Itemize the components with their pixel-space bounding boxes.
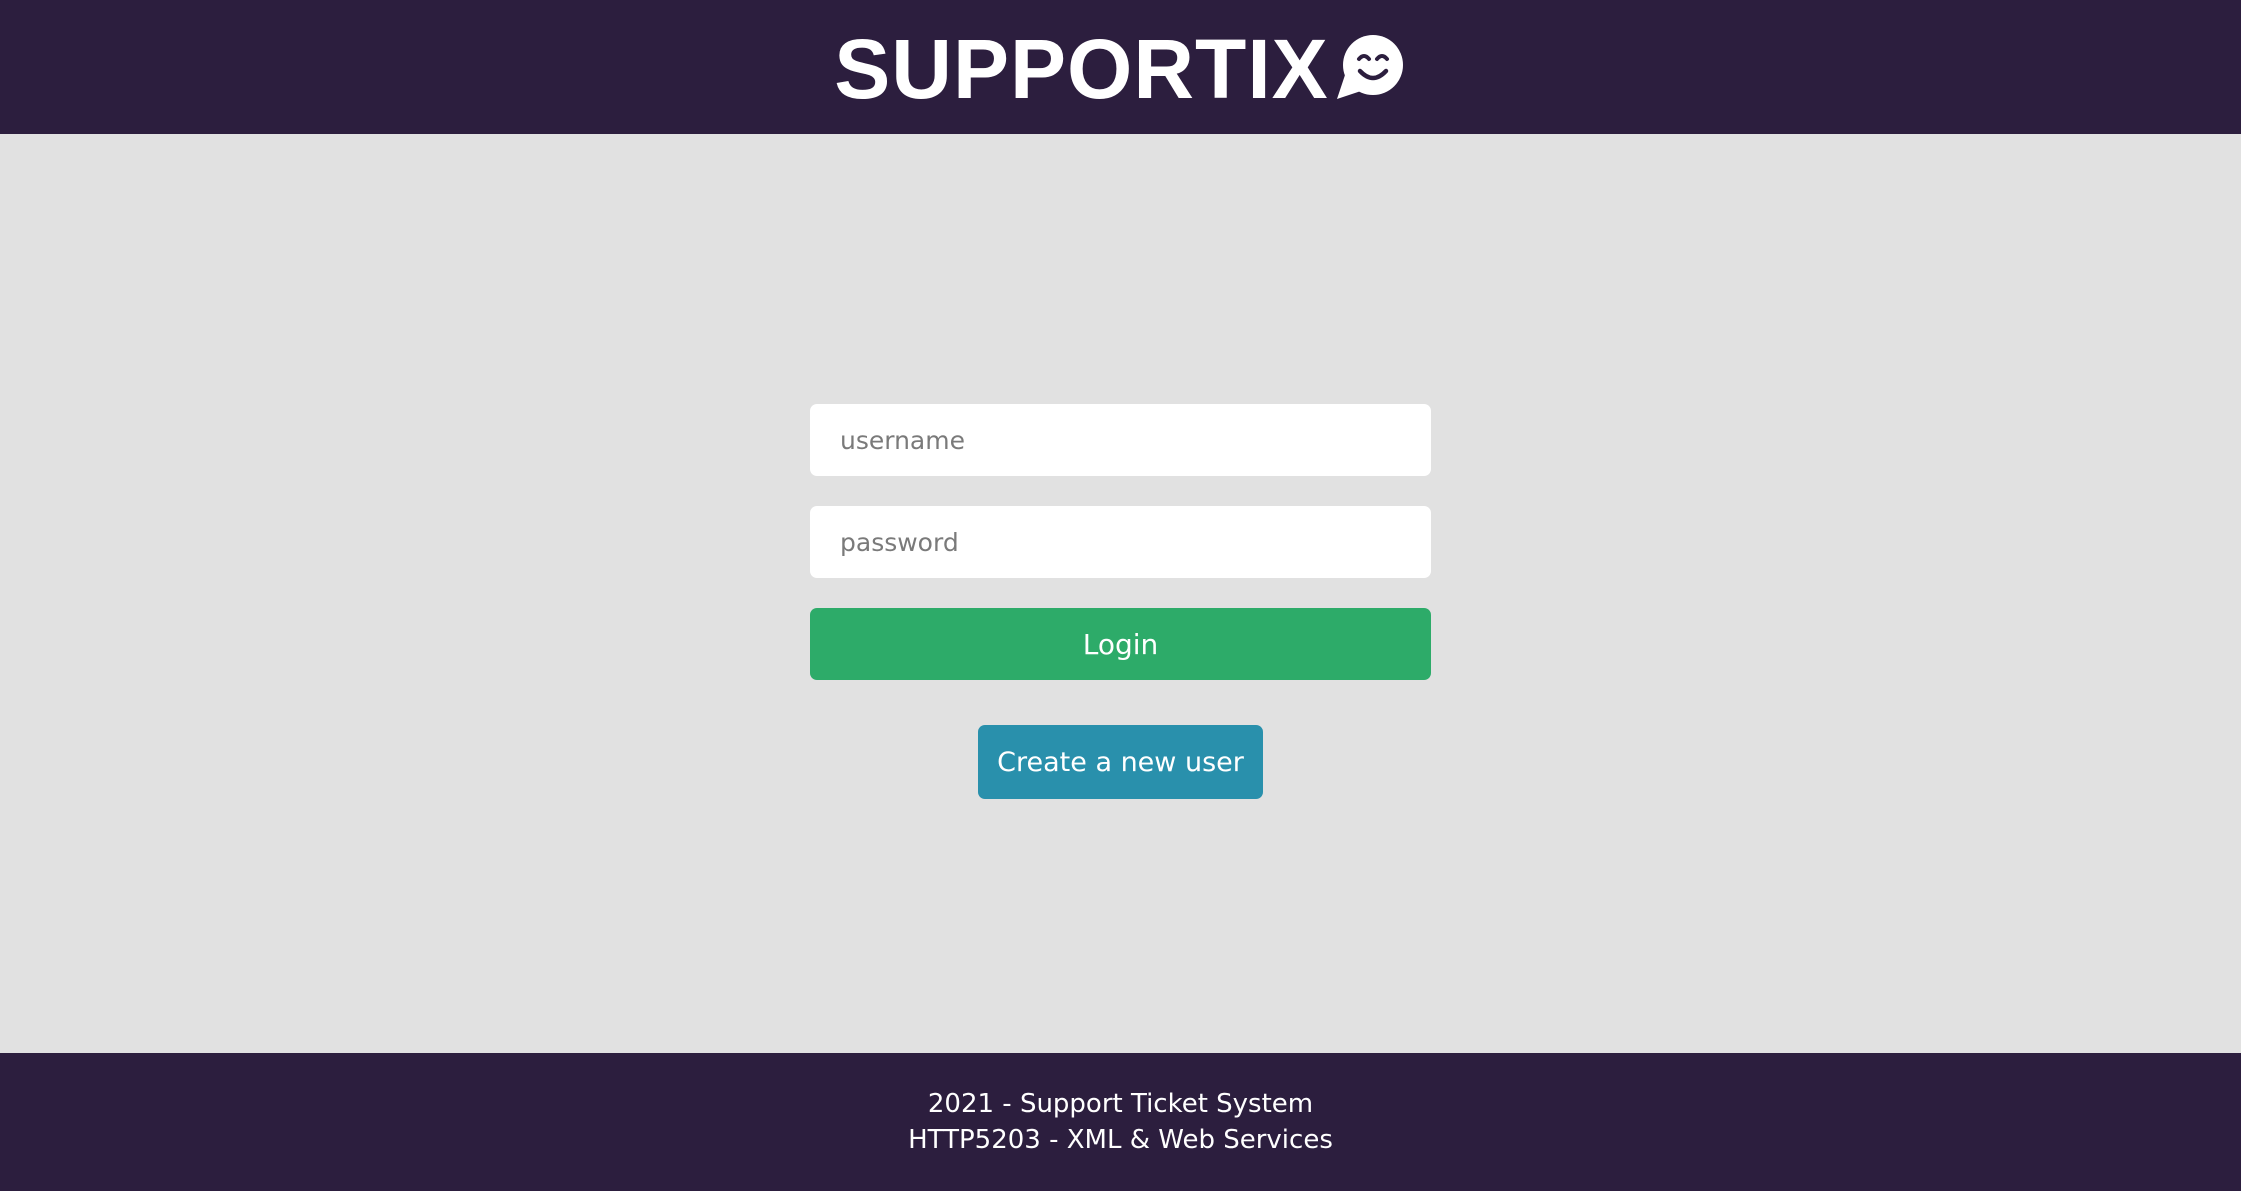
brand-logo[interactable]: SUPPORTIX <box>834 0 1406 134</box>
username-field[interactable] <box>810 404 1431 476</box>
login-button[interactable]: Login <box>810 608 1431 680</box>
smiley-chat-bubble-icon <box>1336 35 1403 99</box>
login-page: SUPPORTIX Login Create a new user 2021 -… <box>0 0 2241 1191</box>
login-form: Login <box>810 404 1431 680</box>
footer-line-course: HTTP5203 - XML & Web Services <box>908 1125 1333 1155</box>
top-header: SUPPORTIX <box>0 0 2241 134</box>
footer-line-copyright: 2021 - Support Ticket System <box>927 1089 1314 1119</box>
page-footer: 2021 - Support Ticket System HTTP5203 - … <box>0 1053 2241 1191</box>
brand-name: SUPPORTIX <box>834 22 1329 116</box>
create-new-user-button[interactable]: Create a new user <box>978 725 1263 799</box>
main-content: Login Create a new user <box>0 134 2241 1053</box>
password-field[interactable] <box>810 506 1431 578</box>
